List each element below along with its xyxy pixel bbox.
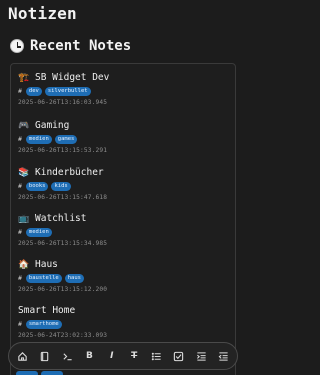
page-title: Notizen — [8, 4, 77, 23]
note-date: 2025-06-26T13:16:03.945 — [18, 99, 108, 106]
note-date: 2025-06-26T13:15:12.200 — [18, 286, 108, 293]
books-icon: 📚 — [18, 167, 30, 178]
hash-icon: # — [18, 182, 22, 190]
gamepad-icon: 🎮 — [18, 120, 30, 131]
checkbox-icon[interactable] — [171, 349, 186, 364]
tag-row: # smarthome — [18, 319, 107, 329]
notes-page: Notizen Recent Notes 🏗️ SB Widget Dev # … — [0, 0, 246, 375]
strikethrough-button[interactable]: T — [127, 349, 142, 364]
note-title-text[interactable]: Smart Home — [18, 305, 75, 316]
note-item[interactable]: 🎮 Gaming # medien games 2025-06-26T13:15… — [18, 120, 107, 154]
note-title-text[interactable]: Watchlist — [35, 213, 86, 224]
note-title[interactable]: 🏠 Haus — [18, 259, 107, 270]
section-heading-label: Recent Notes — [30, 38, 132, 54]
note-title[interactable]: Smart Home — [18, 305, 107, 316]
note-item[interactable]: 🏠 Haus # baustelle haus 2025-06-26T13:15… — [18, 259, 107, 293]
note-date: 2025-06-26T13:15:47.618 — [18, 194, 108, 201]
tag-row: # dev silverbullet — [18, 86, 109, 96]
note-item[interactable]: 📺 Watchlist # medien 2025-06-26T13:15:34… — [18, 213, 107, 247]
indent-icon[interactable] — [194, 349, 209, 364]
house-icon: 🏠 — [18, 259, 30, 270]
note-title-text[interactable]: Gaming — [35, 120, 69, 131]
tag[interactable]: books — [25, 181, 49, 191]
note-date: 2025-06-24T23:02:33.093 — [18, 332, 108, 339]
note-title-text[interactable]: Kinderbücher — [35, 167, 104, 178]
hash-icon: # — [18, 228, 22, 236]
tag-fragment — [16, 371, 38, 375]
hash-icon: # — [18, 274, 22, 282]
list-icon[interactable] — [149, 349, 164, 364]
tag-row: # baustelle haus — [18, 273, 107, 283]
editor-toolbar: B I T — [8, 342, 238, 370]
tag-row: # books kids — [18, 181, 107, 191]
tag[interactable]: smarthome — [25, 319, 62, 329]
home-icon[interactable] — [15, 349, 30, 364]
note-title[interactable]: 🎮 Gaming — [18, 120, 107, 131]
terminal-icon[interactable] — [60, 349, 75, 364]
outdent-icon[interactable] — [216, 349, 231, 364]
tv-icon: 📺 — [18, 213, 30, 224]
note-item[interactable]: 📚 Kinderbücher # books kids 2025-06-26T1… — [18, 167, 107, 201]
note-title[interactable]: 📚 Kinderbücher — [18, 167, 107, 178]
tag[interactable]: medien — [25, 134, 52, 144]
note-date: 2025-06-26T13:15:53.291 — [18, 147, 108, 154]
note-title-text[interactable]: Haus — [35, 259, 58, 270]
note-item[interactable]: Smart Home # smarthome 2025-06-24T23:02:… — [18, 305, 107, 339]
note-title[interactable]: 🏗️ SB Widget Dev — [18, 72, 109, 83]
clock-icon — [10, 39, 24, 53]
note-title[interactable]: 📺 Watchlist — [18, 213, 107, 224]
bold-button[interactable]: B — [82, 349, 97, 364]
tag[interactable]: haus — [64, 273, 84, 283]
tag[interactable]: kids — [51, 181, 71, 191]
note-title-text[interactable]: SB Widget Dev — [35, 72, 109, 83]
note-item[interactable]: 🏗️ SB Widget Dev # dev silverbullet 2025… — [18, 72, 109, 106]
tag[interactable]: medien — [25, 227, 52, 237]
crane-icon: 🏗️ — [18, 72, 30, 83]
italic-button[interactable]: I — [104, 349, 119, 364]
tag[interactable]: silverbullet — [44, 86, 91, 96]
hash-icon: # — [18, 87, 22, 95]
tag[interactable]: games — [54, 134, 78, 144]
tag[interactable]: baustelle — [25, 273, 62, 283]
recent-notes-heading: Recent Notes — [10, 38, 131, 54]
hash-icon: # — [18, 135, 22, 143]
tag-row: # medien — [18, 227, 107, 237]
hash-icon: # — [18, 320, 22, 328]
tag[interactable]: dev — [25, 86, 42, 96]
tag-fragment — [41, 371, 63, 375]
tag-row: # medien games — [18, 134, 107, 144]
book-icon[interactable] — [37, 349, 52, 364]
note-date: 2025-06-26T13:15:34.985 — [18, 240, 108, 247]
recent-notes-list: 🏗️ SB Widget Dev # dev silverbullet 2025… — [10, 63, 236, 375]
scrolled-tag-row — [16, 371, 63, 375]
